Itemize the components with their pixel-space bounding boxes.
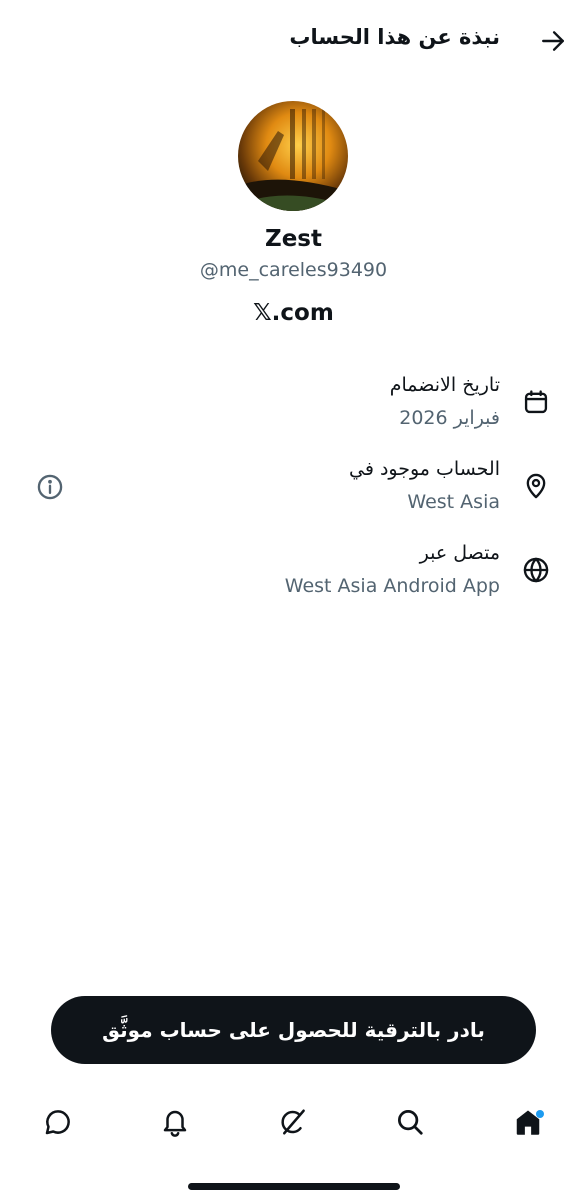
search-icon	[398, 1110, 423, 1135]
page-title: نبذة عن هذا الحساب	[289, 25, 500, 49]
location-pin-icon	[518, 468, 554, 504]
platform-label: 𝕏.com	[253, 300, 334, 326]
unread-dot	[536, 1110, 544, 1118]
location-label: الحساب موجود في	[349, 458, 500, 480]
info-row-join-date: تاريخ الانضمام فبراير 2026	[0, 374, 587, 434]
grok-icon	[281, 1109, 305, 1135]
tab-home[interactable]	[508, 1102, 548, 1142]
upgrade-verified-button[interactable]: بادر بالترقية للحصول على حساب موثَّق	[51, 996, 536, 1064]
info-row-location: الحساب موجود في West Asia	[0, 458, 587, 518]
arrow-right-icon	[542, 31, 564, 51]
connected-via-value: West Asia Android App	[284, 575, 500, 597]
username-handle: @me_careles93490	[199, 259, 388, 281]
notifications-icon	[163, 1110, 187, 1137]
join-date-value: فبراير 2026	[399, 407, 500, 429]
avatar[interactable]	[238, 101, 348, 211]
connected-via-label: متصل عبر	[419, 542, 500, 564]
join-date-label: تاريخ الانضمام	[389, 374, 500, 396]
globe-icon	[518, 552, 554, 588]
info-row-connected-via: متصل عبر West Asia Android App	[0, 542, 587, 602]
display-name: Zest	[265, 226, 322, 252]
top-bar: نبذة عن هذا الحساب	[0, 0, 587, 82]
tab-grok[interactable]	[273, 1102, 313, 1142]
calendar-icon	[518, 384, 554, 420]
home-indicator	[188, 1183, 400, 1190]
messages-icon	[45, 1110, 70, 1135]
tab-messages[interactable]	[38, 1102, 78, 1142]
tab-search[interactable]	[390, 1102, 430, 1142]
location-info-button[interactable]	[34, 471, 66, 503]
tab-notifications[interactable]	[155, 1102, 195, 1142]
bottom-tab-bar	[0, 1090, 587, 1150]
back-button[interactable]	[536, 24, 570, 58]
info-circle-icon	[37, 474, 63, 500]
location-value: West Asia	[407, 491, 500, 513]
